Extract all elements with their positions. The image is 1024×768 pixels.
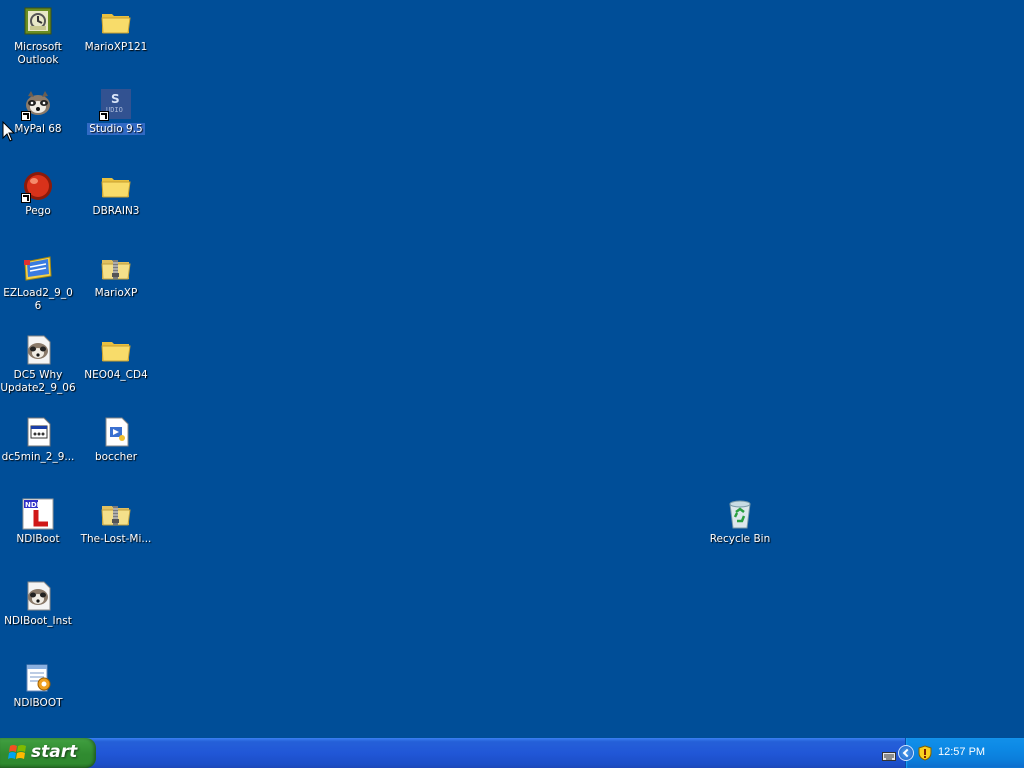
raccoon-doc-icon	[22, 580, 54, 612]
desktop-icon-label: The-Lost-Mi...	[80, 533, 152, 545]
start-label: start	[31, 742, 78, 762]
desktop-icon-ndiboot[interactable]: NDI NDIBoot	[0, 496, 76, 568]
clock[interactable]: 12:57 PM	[938, 746, 985, 758]
shortcut-arrow-icon	[21, 111, 31, 121]
security-shield-icon[interactable]	[918, 745, 932, 761]
mouse-cursor-icon	[2, 120, 16, 147]
desktop-icon-label: boccher	[94, 451, 138, 463]
recycle-bin-icon	[724, 498, 756, 530]
desktop-icon-ezload[interactable]: EZLoad2_9_06	[0, 250, 76, 322]
desktop-icon-pego[interactable]: Pego	[0, 168, 76, 240]
desktop-icon-label: NEO04_CD4	[84, 369, 148, 381]
desktop-icon-dbrain3[interactable]: DBRAIN3	[78, 168, 154, 240]
show-hidden-icons-button[interactable]	[898, 745, 914, 761]
notepad-gear-icon	[22, 662, 54, 694]
desktop-icon-label: NDIBoot_Inst	[4, 615, 72, 627]
desktop-icon-label: MarioXP	[94, 287, 138, 299]
svg-text:S: S	[111, 92, 120, 106]
desktop-icon-dc5-why-update[interactable]: DC5 Why Update2_9_06	[0, 332, 76, 404]
outlook-icon	[22, 6, 54, 38]
folder-icon	[100, 170, 132, 202]
executable-icon	[22, 416, 54, 448]
desktop-icon-label: MyPal 68	[14, 123, 62, 135]
studio-icon: S UDIO	[99, 88, 132, 121]
system-tray: 12:57 PM	[882, 738, 1024, 768]
desktop-icon-label: NDIBOOT	[13, 697, 63, 709]
desktop-icon-label: DC5 Why Update2_9_06	[0, 369, 76, 394]
desktop-icon-neo04-cd4[interactable]: NEO04_CD4	[78, 332, 154, 404]
desktop-icon-label: Recycle Bin	[709, 533, 771, 545]
folder-icon	[100, 6, 132, 38]
desktop-icon-ndiboot-inst[interactable]: NDIBoot_Inst	[0, 578, 76, 650]
desktop-icon-ndiboot-config[interactable]: NDIBOOT	[0, 660, 76, 732]
zip-folder-icon	[100, 498, 132, 530]
desktop-icon-label: Studio 9.5	[87, 123, 145, 135]
desktop-icon-label: MarioXP121	[84, 41, 148, 53]
zip-folder-icon	[100, 252, 132, 284]
ezload-icon	[22, 252, 54, 284]
desktop-icon-dc5min[interactable]: dc5min_2_9...	[0, 414, 76, 486]
raccoon-doc-icon	[22, 334, 54, 366]
ndiboot-icon: NDI	[22, 498, 54, 530]
desktop-icon-recycle-bin[interactable]: Recycle Bin	[702, 496, 778, 568]
pego-icon	[21, 170, 54, 203]
start-button[interactable]: start	[0, 738, 96, 768]
desktop: Microsoft Outlook MyPal 68 Pego EZLoad2_…	[0, 0, 1024, 738]
desktop-icon-label: NDIBoot	[16, 533, 60, 545]
folder-icon	[100, 334, 132, 366]
windows-logo-icon	[8, 744, 28, 762]
desktop-icon-microsoft-outlook[interactable]: Microsoft Outlook	[0, 4, 76, 76]
raccoon-icon	[21, 88, 54, 121]
desktop-icon-the-lost-mi[interactable]: The-Lost-Mi...	[78, 496, 154, 568]
desktop-icon-marioxp121[interactable]: MarioXP121	[78, 4, 154, 76]
media-file-icon	[100, 416, 132, 448]
svg-text:NDI: NDI	[25, 501, 39, 509]
shortcut-arrow-icon	[21, 193, 31, 203]
desktop-icon-label: DBRAIN3	[92, 205, 140, 217]
desktop-icon-marioxp[interactable]: MarioXP	[78, 250, 154, 322]
desktop-icon-label: Pego	[25, 205, 51, 217]
shortcut-arrow-icon	[99, 111, 109, 121]
keyboard-icon[interactable]	[882, 747, 896, 761]
desktop-icon-label: dc5min_2_9...	[1, 451, 75, 463]
desktop-icon-studio-9-5[interactable]: S UDIO Studio 9.5	[78, 86, 154, 158]
taskbar: start 12:57 PM	[0, 738, 1024, 768]
desktop-icon-boccher[interactable]: boccher	[78, 414, 154, 486]
desktop-icon-label: Microsoft Outlook	[14, 41, 62, 66]
desktop-icon-label: EZLoad2_9_06	[3, 287, 73, 312]
